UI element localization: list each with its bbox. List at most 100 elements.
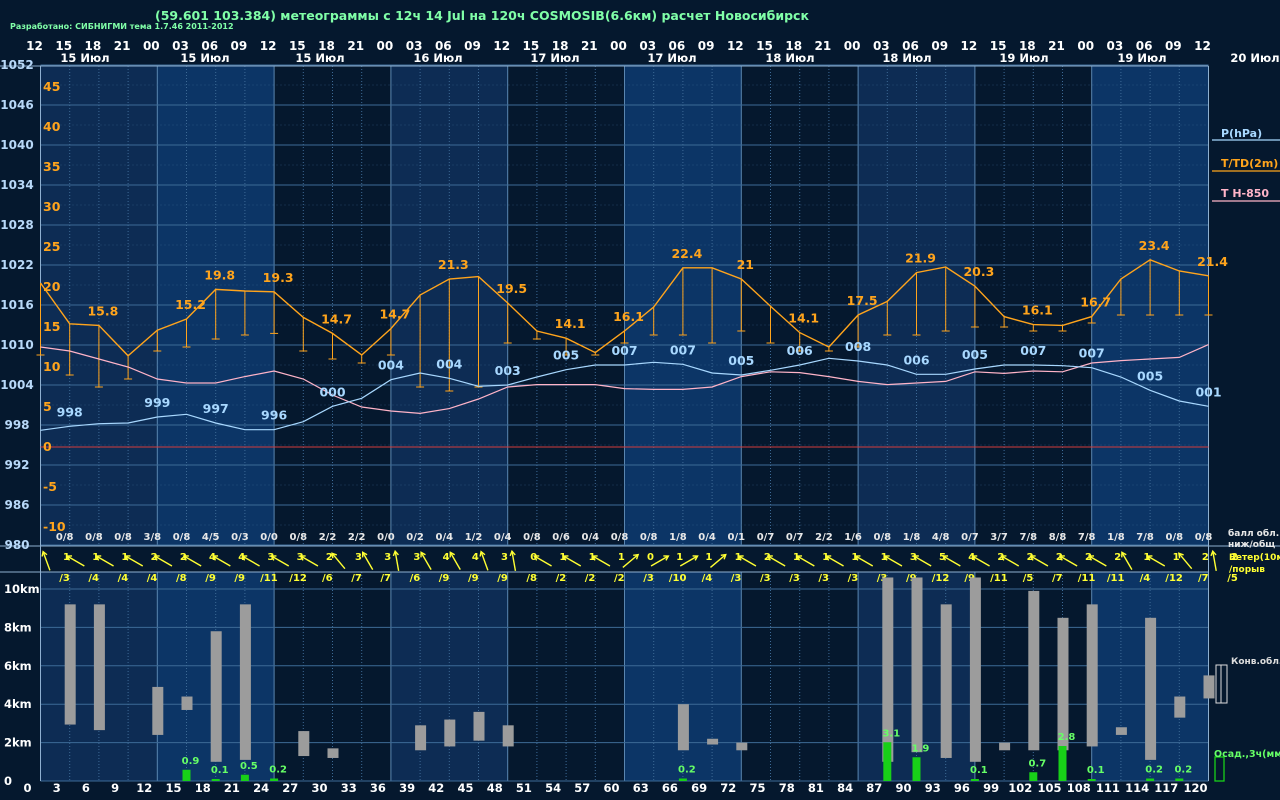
pressure-tick: 1028 — [0, 218, 33, 232]
precip-bar — [1058, 746, 1067, 781]
hour-label: 00 — [377, 39, 394, 53]
wind-gust: /3 — [818, 573, 829, 584]
cloud-height-tick: 6km — [4, 659, 32, 673]
wind-gust: /4 — [118, 573, 129, 584]
precip-bar — [678, 778, 687, 781]
pressure-tick: 1022 — [0, 258, 33, 272]
cloud-height-tick: 2km — [4, 736, 32, 750]
cloud-cover-value: 8/8 — [1049, 532, 1067, 543]
wind-gust: /4 — [147, 573, 158, 584]
pressure-value-label: 004 — [378, 358, 404, 373]
temperature-value-label: 19.3 — [263, 270, 294, 285]
date-label: 19 Июл — [999, 51, 1048, 65]
cloud-cover-value: 4/5 — [202, 532, 220, 543]
convective-cloud-bar — [1057, 617, 1069, 751]
temperature-value-label: 19.5 — [496, 281, 527, 296]
convective-cloud-bar — [911, 577, 923, 753]
wind-gust: /12 — [289, 573, 307, 584]
cloud-cover-value: 0/0 — [260, 532, 278, 543]
precip-value: 0.2 — [269, 765, 287, 776]
precip-bar — [240, 774, 249, 781]
pressure-tick: 998 — [4, 418, 29, 432]
temperature-value-label: 17.5 — [847, 293, 878, 308]
forecast-hour-label: 57 — [574, 781, 590, 795]
hour-label: 09 — [931, 39, 948, 53]
precip-value: 0.2 — [1145, 765, 1163, 776]
temperature-value-label: 14.7 — [321, 311, 352, 326]
cloud-cover-value: 7/8 — [1020, 532, 1038, 543]
convective-cloud-bar — [415, 725, 427, 751]
convective-cloud-bar — [152, 686, 164, 735]
forecast-hour-label: 21 — [224, 781, 240, 795]
wind-gust: /12 — [932, 573, 950, 584]
forecast-hour-label: 0 — [23, 781, 31, 795]
temperature-tick: 20 — [43, 279, 61, 294]
precip-bar — [182, 769, 191, 781]
wind-gust: /3 — [760, 573, 771, 584]
convective-cloud-bar — [1203, 675, 1215, 699]
hour-label: 12 — [493, 39, 510, 53]
precip-value: 0.9 — [182, 756, 200, 767]
wind-speed: 1 — [618, 552, 625, 563]
convective-cloud-bar — [969, 577, 981, 762]
wind-gust: /9 — [205, 573, 216, 584]
forecast-hour-label: 63 — [633, 781, 649, 795]
temperature-value-label: 21.4 — [1197, 254, 1228, 269]
pressure-tick: 1052 — [0, 58, 33, 72]
convective-cloud-bar — [1028, 590, 1040, 751]
hour-label: 09 — [464, 39, 481, 53]
wind-gust: /9 — [497, 573, 508, 584]
cloud-cover-value: 0/1 — [728, 532, 746, 543]
forecast-hour-label: 66 — [662, 781, 678, 795]
cloud-height-tick: 4km — [4, 697, 32, 711]
convective-cloud-bar — [444, 719, 456, 747]
precip-bar — [970, 779, 979, 781]
cloud-cover-value: 0/7 — [961, 532, 979, 543]
precip-bar — [1029, 772, 1038, 781]
wind-speed: 3 — [501, 552, 508, 563]
cloud-cover-value: 0/8 — [173, 532, 191, 543]
wind-gust: /6 — [410, 573, 421, 584]
date-label: 15 Июл — [180, 51, 229, 65]
pressure-value-label: 001 — [1195, 384, 1221, 399]
precip-value: 1.9 — [912, 743, 930, 754]
wind-gust: /3 — [848, 573, 859, 584]
cloud-cover-value: 1/2 — [465, 532, 483, 543]
pressure-value-label: 005 — [728, 353, 754, 368]
wind-gust: /9 — [468, 573, 479, 584]
pressure-value-label: 007 — [670, 342, 696, 357]
temperature-tick: 15 — [43, 319, 60, 334]
pressure-value-label: 006 — [903, 352, 929, 367]
cloud-height-tick: 0 — [4, 774, 12, 788]
date-label: 16 Июл — [413, 51, 462, 65]
hour-label: 12 — [727, 39, 744, 53]
wind-gust: /11 — [1078, 573, 1096, 584]
wind-gust: /7 — [351, 573, 362, 584]
temperature-value-label: 16.1 — [1022, 303, 1053, 318]
wind-gust: /2 — [585, 573, 596, 584]
forecast-hour-label: 102 — [1008, 781, 1032, 795]
temperature-tick: 10 — [43, 359, 61, 374]
temperature-tick: 40 — [43, 119, 61, 134]
cloud-cover-value: 0/8 — [523, 532, 541, 543]
wind-speed: 0 — [647, 552, 654, 563]
date-label: 17 Июл — [647, 51, 696, 65]
forecast-hour-label: 39 — [399, 781, 415, 795]
wind-gust: /7 — [1052, 573, 1063, 584]
cloud-cover-value: 1/6 — [844, 532, 862, 543]
precip-value: 2.8 — [1058, 732, 1076, 743]
pressure-value-label: 996 — [261, 408, 287, 423]
temperature-value-label: 15.8 — [87, 303, 118, 318]
forecast-hour-label: 69 — [691, 781, 707, 795]
hour-label: 12 — [26, 39, 43, 53]
wind-gust: /4 — [88, 573, 99, 584]
pressure-tick: 1046 — [0, 98, 33, 112]
cloud-cover-value: 0/4 — [436, 532, 454, 543]
cloud-cover-value: 0/7 — [786, 532, 804, 543]
wind-gust: /5 — [1023, 573, 1034, 584]
forecast-hour-label: 9 — [111, 781, 119, 795]
pressure-value-label: 999 — [144, 395, 170, 410]
wind-gust: /7 — [380, 573, 391, 584]
wind-gust: /3 — [59, 573, 70, 584]
cloud-cover-value: 0/7 — [757, 532, 775, 543]
